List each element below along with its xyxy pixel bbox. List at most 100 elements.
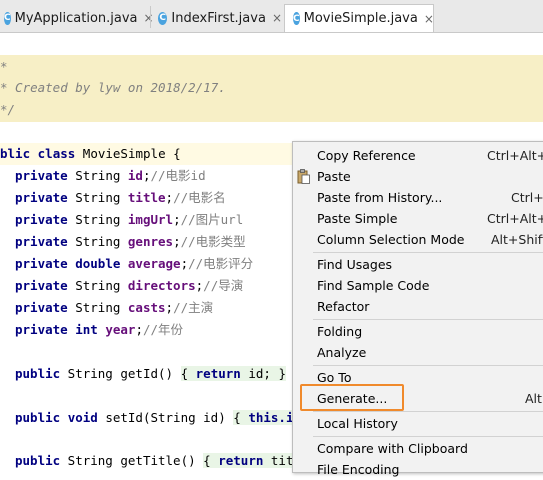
- tab-label: IndexFirst.java: [171, 10, 266, 26]
- menu-item-label: Paste from History...: [317, 190, 443, 205]
- close-icon[interactable]: ×: [424, 12, 434, 26]
- line-comment: //图片url: [180, 212, 244, 227]
- editor-gap: [0, 33, 543, 55]
- field-name: directors: [127, 278, 196, 293]
- menu-item-analyze[interactable]: Analyze: [293, 342, 543, 363]
- class-icon: C: [4, 11, 11, 25]
- method-getid[interactable]: public String getId() { return id; }: [15, 363, 286, 385]
- menu-item-paste-from-history[interactable]: Paste from History... Ctrl+S: [293, 187, 543, 208]
- line-comment: //电影名: [173, 190, 226, 205]
- menu-item-label: Folding: [317, 324, 363, 339]
- menu-item-label: Paste: [317, 169, 351, 184]
- menu-item-copy-reference[interactable]: Copy Reference Ctrl+Alt+S: [293, 145, 543, 166]
- brace: {: [180, 366, 196, 381]
- tab-myapplication[interactable]: C MyApplication.java ×: [0, 4, 154, 32]
- field-line[interactable]: private String directors;//导演: [15, 275, 243, 297]
- menu-separator: [313, 252, 543, 253]
- brace: }: [278, 366, 286, 381]
- field-name: year: [105, 322, 136, 337]
- menu-item-find-sample-code[interactable]: Find Sample Code: [293, 275, 543, 296]
- field-name: casts: [127, 300, 166, 315]
- menu-item-paste[interactable]: Paste: [293, 166, 543, 187]
- comment-line: * Created by lyw on 2018/2/17.: [0, 80, 226, 95]
- tab-moviesimple[interactable]: C MovieSimple.java ×: [284, 4, 434, 32]
- menu-item-label: Local History: [317, 416, 398, 431]
- tab-divider: [150, 6, 151, 28]
- keyword: blic: [0, 146, 31, 161]
- comment-line: *: [0, 59, 8, 74]
- menu-shortcut: Ctrl+Alt+S: [487, 148, 543, 163]
- editor-tab-bar: C MyApplication.java × C IndexFirst.java…: [0, 0, 543, 33]
- menu-separator: [313, 411, 543, 412]
- menu-item-label: Paste Simple: [317, 211, 398, 226]
- menu-item-file-encoding[interactable]: File Encoding: [293, 459, 543, 480]
- keyword: class: [37, 146, 76, 161]
- menu-item-refactor[interactable]: Refactor: [293, 296, 543, 317]
- line-comment: //主演: [173, 300, 214, 315]
- menu-item-local-history[interactable]: Local History: [293, 413, 543, 434]
- menu-item-label: Find Sample Code: [317, 278, 430, 293]
- type: double: [75, 256, 121, 271]
- menu-item-label: Column Selection Mode: [317, 232, 465, 247]
- line-comment: //电影类型: [180, 234, 246, 249]
- menu-item-label: Refactor: [317, 299, 370, 314]
- type: int: [75, 322, 98, 337]
- field-line[interactable]: private String casts;//主演: [15, 297, 213, 319]
- menu-item-label: Compare with Clipboard: [317, 441, 468, 456]
- field-name: imgUrl: [127, 212, 174, 227]
- menu-item-folding[interactable]: Folding: [293, 321, 543, 342]
- menu-shortcut: Ctrl+Alt+S: [487, 211, 543, 226]
- menu-item-label: File Encoding: [317, 462, 400, 477]
- field-line[interactable]: private double average;//电影评分: [15, 253, 253, 275]
- menu-item-column-selection-mode[interactable]: Column Selection Mode Alt+Shift+: [293, 229, 543, 250]
- keyword: this.i: [248, 410, 294, 425]
- type: String: [75, 190, 121, 205]
- field-line[interactable]: private String title;//电影名: [15, 187, 226, 209]
- type: String: [75, 212, 121, 227]
- folded-body[interactable]: { this.i: [233, 410, 294, 425]
- menu-item-label: Analyze: [317, 345, 367, 360]
- tab-label: MyApplication.java: [14, 10, 138, 26]
- menu-separator: [313, 319, 543, 320]
- class-icon: C: [158, 11, 168, 25]
- class-icon: C: [293, 12, 300, 25]
- menu-item-find-usages[interactable]: Find Usages: [293, 254, 543, 275]
- menu-shortcut: Alt+Shift+: [491, 232, 543, 247]
- tab-indexfirst[interactable]: C IndexFirst.java ×: [158, 4, 282, 32]
- keyword: private: [15, 234, 68, 249]
- menu-item-paste-simple[interactable]: Paste Simple Ctrl+Alt+S: [293, 208, 543, 229]
- type: String: [75, 168, 121, 183]
- line-comment: //年份: [142, 322, 184, 337]
- field-line[interactable]: private int year;//年份: [15, 319, 183, 341]
- comment-line: */: [0, 102, 16, 117]
- keyword: public: [15, 366, 61, 381]
- keyword: private: [15, 278, 68, 293]
- field-line[interactable]: private String imgUrl;//图片url: [15, 209, 243, 231]
- paste-icon: [297, 169, 310, 184]
- keyword: private: [15, 322, 68, 337]
- type: String: [75, 300, 121, 315]
- menu-item-label: Find Usages: [317, 257, 393, 272]
- keyword: private: [15, 168, 68, 183]
- method-gettitle[interactable]: public String getTitle() { return tit: [15, 450, 294, 472]
- close-icon[interactable]: ×: [272, 11, 282, 25]
- line-comment: //电影评分: [188, 256, 254, 271]
- line-comment: //电影id: [150, 168, 206, 183]
- menu-item-compare-with-clipboard[interactable]: Compare with Clipboard: [293, 438, 543, 459]
- close-icon[interactable]: ×: [144, 11, 154, 25]
- method-setid[interactable]: public void setId(String id) { this.i: [15, 407, 294, 429]
- brace: {: [233, 410, 249, 425]
- method-signature: setId(String id): [97, 410, 234, 425]
- keyword: private: [15, 212, 68, 227]
- menu-separator: [313, 436, 543, 437]
- menu-shortcut: Alt+: [525, 391, 543, 406]
- field-name: id: [127, 168, 143, 183]
- field-line[interactable]: private String genres;//电影类型: [15, 231, 246, 253]
- field-line[interactable]: private String id;//电影id: [15, 165, 206, 187]
- folded-body[interactable]: { return id; }: [180, 366, 286, 381]
- class-name: MovieSimple {: [75, 146, 181, 161]
- field-name: genres: [127, 234, 174, 249]
- menu-item-label: Copy Reference: [317, 148, 416, 163]
- class-declaration[interactable]: blic class MovieSimple {: [0, 143, 181, 165]
- type: String: [75, 234, 121, 249]
